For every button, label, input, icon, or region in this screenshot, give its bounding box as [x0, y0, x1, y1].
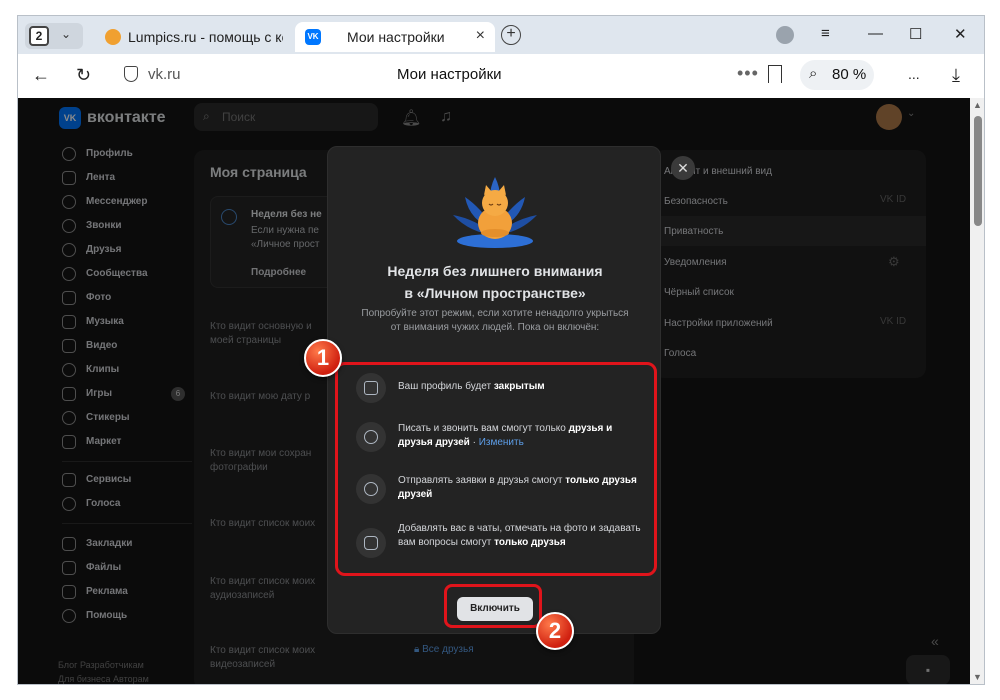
tab-count: 2 — [29, 26, 49, 46]
bookmark-icon[interactable] — [768, 65, 782, 83]
address-bar: ← ↻ vk.ru Мои настройки ••• ⌕ 80 % ... ⤓ — [18, 54, 984, 98]
more-dots-icon[interactable]: ••• — [737, 63, 759, 84]
download-icon[interactable]: ⤓ — [952, 65, 960, 86]
tab-bar: 2 ⌄ Lumpics.ru - помощь с ком VK Мои нас… — [18, 16, 984, 54]
step-badge-2: 2 — [536, 612, 574, 650]
scrollbar-thumb[interactable] — [974, 116, 982, 226]
reload-icon[interactable]: ↻ — [76, 65, 91, 86]
zoom-magnifier-icon: ⌕ — [809, 65, 818, 82]
profile-avatar-icon[interactable] — [776, 26, 794, 44]
menu-icon[interactable]: ≡ — [821, 25, 830, 42]
close-window-button[interactable]: ✕ — [954, 25, 967, 43]
maximize-button[interactable]: ☐ — [909, 25, 922, 43]
scroll-up-icon[interactable]: ▲ — [973, 100, 982, 110]
minimize-button[interactable]: — — [868, 25, 883, 42]
highlight-box-features — [335, 362, 657, 576]
url-page-title: Мои настройки — [397, 66, 502, 83]
tab-title: Lumpics.ru - помощь с ком — [128, 29, 283, 45]
highlight-box-button — [444, 584, 542, 628]
new-tab-button[interactable]: + — [501, 25, 521, 45]
meditating-cat-mascot-icon — [453, 177, 537, 248]
modal-title: в «Личном пространстве» — [404, 285, 586, 301]
url-domain: vk.ru — [148, 66, 181, 83]
tab-vk-settings[interactable]: VK Мои настройки × — [295, 22, 495, 52]
extensions-menu-icon[interactable]: ... — [908, 66, 920, 82]
zoom-button[interactable]: ⌕ 80 % — [800, 60, 874, 90]
scroll-down-icon[interactable]: ▼ — [973, 672, 982, 682]
shield-icon[interactable] — [124, 66, 138, 82]
tab-counter-button[interactable]: 2 ⌄ — [25, 23, 83, 49]
tab-close-icon[interactable]: × — [476, 27, 485, 45]
tab-title: Мои настройки — [347, 29, 445, 45]
modal-title: Неделя без лишнего внимания — [387, 263, 603, 279]
step-badge-1: 1 — [304, 339, 342, 377]
back-arrow-icon[interactable]: ← — [32, 65, 50, 86]
chevron-down-icon: ⌄ — [61, 27, 72, 41]
vk-favicon-icon: VK — [305, 29, 321, 45]
modal-subtitle: Попробуйте этот режим, если хотите ненад… — [361, 308, 629, 333]
page-scrollbar[interactable]: ▲ ▼ — [970, 98, 984, 684]
zoom-level: 80 % — [832, 66, 867, 83]
close-icon[interactable]: ✕ — [671, 156, 695, 180]
lumpics-favicon-icon — [105, 29, 121, 45]
tab-lumpics[interactable]: Lumpics.ru - помощь с ком — [95, 22, 291, 52]
url-field[interactable]: vk.ru Мои настройки ••• — [112, 59, 802, 91]
